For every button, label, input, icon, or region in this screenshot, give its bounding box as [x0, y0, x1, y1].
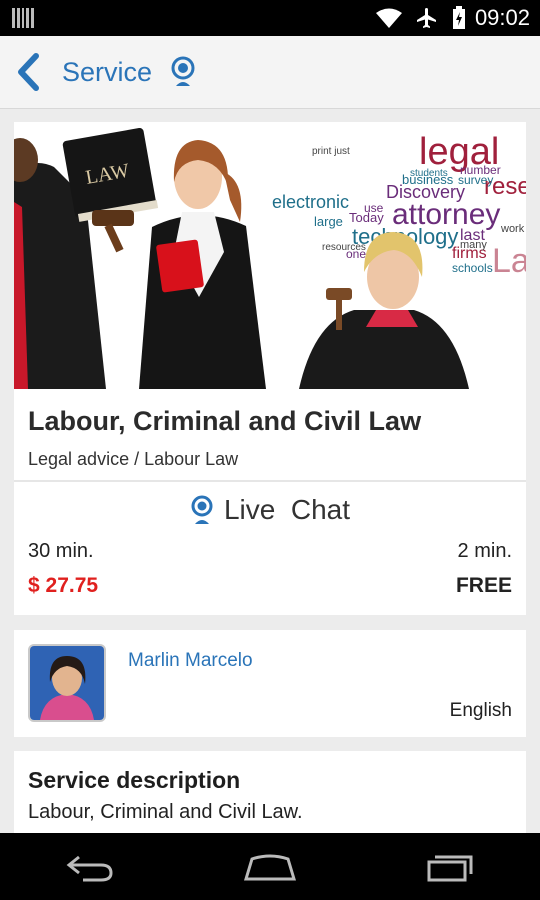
description-card: Service description Labour, Criminal and…: [14, 751, 526, 833]
avatar[interactable]: [28, 644, 106, 722]
hero-word-work: work: [500, 223, 525, 235]
free-duration: 2 min.: [457, 540, 512, 562]
home-icon: [243, 854, 297, 880]
paid-price: $ 27.75: [28, 574, 99, 597]
hero-word-schools: schools: [452, 261, 493, 275]
recent-apps-icon: [427, 855, 473, 881]
clock: 09:02: [474, 5, 530, 30]
airplane-icon: [416, 8, 436, 28]
live-chat-option[interactable]: Live Chat: [14, 494, 526, 526]
paid-duration: 30 min.: [28, 540, 94, 562]
hero-word-students: students: [410, 168, 448, 179]
hero-word-large: large: [314, 214, 343, 229]
free-price: FREE: [455, 574, 512, 597]
hero-word-electronic: electronic: [272, 192, 349, 212]
status-bar: 09:02: [0, 0, 540, 36]
webcam-icon: [191, 495, 213, 524]
description-heading: Service description: [28, 767, 241, 793]
hero-word-one: one: [346, 247, 366, 261]
service-card: LAW legal attorney research technology e…: [14, 122, 526, 615]
back-button[interactable]: [8, 36, 48, 108]
hero-word-print: print just: [312, 146, 350, 157]
svg-text:La: La: [492, 242, 526, 280]
expert-card[interactable]: Marlin Marcelo English: [14, 630, 526, 737]
expert-language: English: [449, 700, 512, 721]
hero-word-survey: survey: [458, 173, 493, 187]
service-title: Labour, Criminal and Civil Law: [28, 406, 422, 436]
service-banner-image: LAW legal attorney research technology e…: [14, 122, 526, 389]
hero-word-many: many: [460, 239, 487, 251]
page-title: Service: [62, 56, 153, 87]
nav-home-button[interactable]: [225, 837, 315, 897]
navigation-bar: [0, 833, 540, 900]
chat-mode-label: Live Chat: [223, 494, 351, 525]
wifi-icon: [375, 8, 402, 28]
hero-word-use: use: [364, 201, 384, 215]
webcam-icon: [170, 56, 196, 88]
back-arrow-icon: [66, 855, 113, 881]
notification-icon: [12, 8, 34, 28]
chevron-left-icon: [18, 53, 39, 91]
action-bar: Service: [0, 36, 540, 109]
divider: [14, 480, 526, 482]
battery-charging-icon: [452, 6, 465, 29]
nav-recents-button[interactable]: [405, 837, 495, 897]
expert-name[interactable]: Marlin Marcelo: [128, 650, 253, 672]
nav-back-button[interactable]: [45, 837, 135, 897]
service-category: Legal advice / Labour Law: [28, 449, 239, 469]
description-text: Labour, Criminal and Civil Law.: [28, 801, 303, 823]
